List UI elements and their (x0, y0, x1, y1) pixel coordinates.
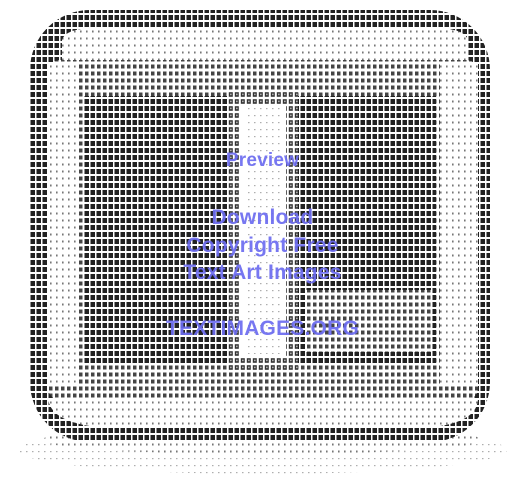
top-highlight (61, 28, 469, 60)
watermark-download: Download (211, 206, 314, 229)
ascii-art-canvas: Preview Download Copyright Free Text Art… (0, 0, 525, 492)
watermark-text-art: Text Art Images (183, 261, 342, 284)
watermark-copyright: Copyright Free (186, 234, 339, 257)
watermark-site: TEXTIMAGES.ORG (166, 317, 359, 340)
bottom-band (48, 398, 478, 426)
watermark-preview: Preview (225, 150, 300, 171)
